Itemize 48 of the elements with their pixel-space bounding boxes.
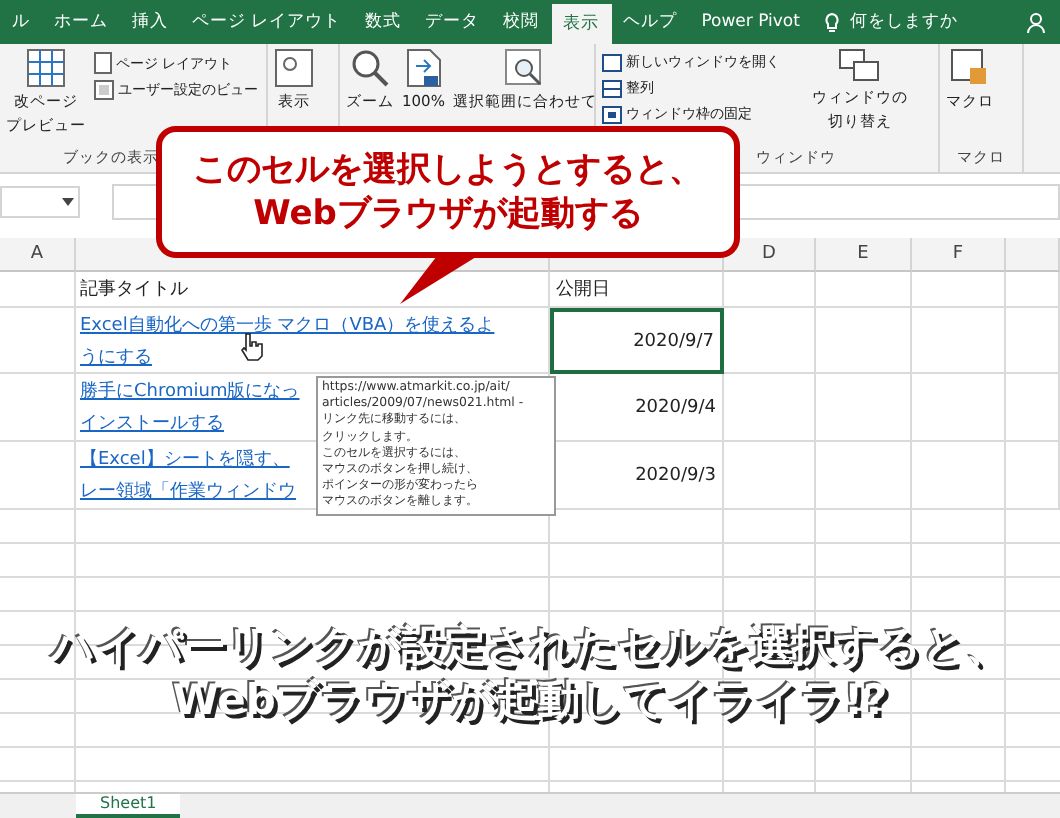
column-header[interactable]: D xyxy=(724,238,816,272)
table-cell xyxy=(816,374,912,442)
ribbon-tab[interactable]: ホーム xyxy=(42,0,120,44)
lightbulb-icon xyxy=(823,11,840,33)
column-header[interactable]: E xyxy=(816,238,912,272)
window-icon xyxy=(602,79,622,97)
ribbon-tab[interactable]: ページ レイアウト xyxy=(180,0,354,44)
table-cell xyxy=(1006,272,1060,308)
dropdown-icon xyxy=(62,198,74,206)
table-cell xyxy=(724,308,816,374)
table-cell xyxy=(816,308,912,374)
caption-text: Webブラウザが起動してイライラ!? xyxy=(172,674,888,728)
column-header[interactable] xyxy=(1006,238,1060,272)
person-icon[interactable] xyxy=(1026,11,1048,33)
table-cell[interactable]: 2020/9/7 xyxy=(550,308,724,374)
article-link[interactable]: 【Excel】シートを隠す、 レー領域「作業ウィンドウ xyxy=(80,444,296,508)
table-cell xyxy=(1006,308,1060,374)
ribbon-tab[interactable]: 挿入 xyxy=(120,0,180,44)
column-header[interactable]: A xyxy=(0,238,76,272)
ribbon-tab[interactable]: データ xyxy=(413,0,492,44)
column-header[interactable]: F xyxy=(912,238,1006,272)
view-icon xyxy=(94,80,114,100)
table-cell xyxy=(816,272,912,308)
ribbon-tab[interactable]: Power Pivot xyxy=(689,0,812,44)
window-icon xyxy=(602,53,622,71)
ribbon-tab[interactable]: 校閲 xyxy=(491,0,552,44)
table-cell xyxy=(1006,374,1060,442)
ribbon-tab[interactable]: 表示 xyxy=(551,4,612,44)
ribbon-tab[interactable]: ル xyxy=(0,0,42,44)
article-link[interactable]: 勝手にChromium版になっ インストールする xyxy=(80,376,300,440)
table-cell xyxy=(912,374,1006,442)
page-icon xyxy=(94,52,112,74)
hand-cursor-icon xyxy=(240,332,264,362)
table-cell-text: 記事タイトル xyxy=(80,277,188,304)
callout-text: Webブラウザが起動する xyxy=(253,192,643,237)
ribbon-tab[interactable]: 数式 xyxy=(353,0,414,44)
article-link[interactable]: Excel自動化への第一歩 マクロ（VBA）を使えるよ うにする xyxy=(80,310,495,374)
table-cell[interactable]: 公開日 xyxy=(550,272,724,308)
table-cell xyxy=(912,308,1006,374)
caption-text: ハイパーリンクが設定されたセルを選択すると、 xyxy=(52,620,1008,674)
sheet-tab[interactable]: Sheet1 xyxy=(76,794,181,818)
callout-text: このセルを選択しようとすると、 xyxy=(193,147,703,192)
ribbon-tab[interactable]: ヘルプ xyxy=(611,0,690,44)
table-cell xyxy=(912,272,1006,308)
table-cell xyxy=(724,272,816,308)
table-cell xyxy=(724,374,816,442)
name-box[interactable] xyxy=(0,186,80,218)
tell-me-search[interactable]: 何をしますか xyxy=(849,10,958,34)
